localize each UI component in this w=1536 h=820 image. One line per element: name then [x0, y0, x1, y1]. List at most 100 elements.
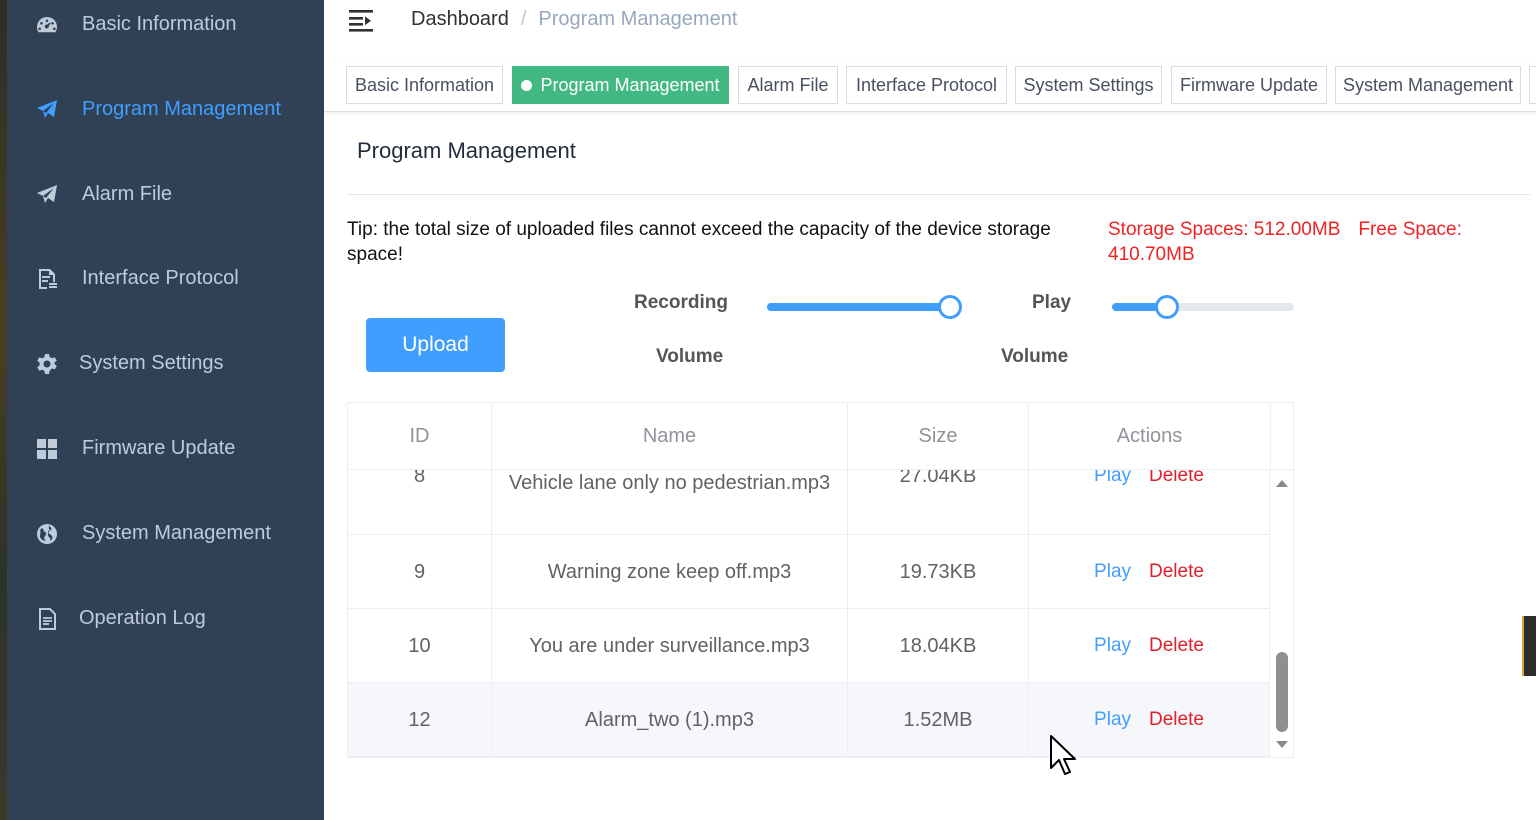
- table-row: 8 Vehicle lane only no pedestrian.mp3 27…: [348, 470, 1270, 535]
- delete-link[interactable]: Delete: [1149, 704, 1204, 736]
- cell-actions: Play Delete: [1029, 470, 1270, 534]
- tags-view-bar: Basic Information Program Management Ala…: [324, 58, 1536, 112]
- tab-basic-information[interactable]: Basic Information: [346, 66, 503, 104]
- dashboard-icon: [34, 12, 60, 38]
- tab-label: System Settings: [1023, 74, 1154, 95]
- tab-system-management[interactable]: System Management: [1335, 66, 1521, 104]
- play-link[interactable]: Play: [1094, 470, 1131, 492]
- sidebar-item-firmware-update[interactable]: Firmware Update: [7, 406, 324, 491]
- table-row: 9 Warning zone keep off.mp3 19.73KB Play…: [348, 535, 1270, 609]
- scroll-up-arrow-icon[interactable]: [1276, 480, 1288, 487]
- sidebar-item-label: Firmware Update: [82, 437, 236, 459]
- column-header-actions: Actions: [1029, 403, 1271, 470]
- active-dot-icon: [521, 79, 533, 91]
- sidebar-item-alarm-file[interactable]: Alarm File: [7, 152, 324, 237]
- log-icon: [34, 606, 60, 632]
- table-header: ID Name Size Actions: [348, 403, 1293, 470]
- column-header-id: ID: [348, 403, 492, 470]
- play-volume-slider[interactable]: [1112, 295, 1294, 319]
- tab-overflow[interactable]: [1529, 66, 1536, 104]
- send-icon: [34, 182, 60, 208]
- sidebar-item-program-management[interactable]: Program Management: [7, 67, 324, 152]
- gear-icon: [34, 351, 60, 377]
- cell-id: 10: [348, 609, 492, 682]
- cell-size: 1.52MB: [848, 683, 1029, 756]
- tab-label: Firmware Update: [1179, 74, 1319, 95]
- column-header-size: Size: [848, 403, 1029, 470]
- play-volume-label-line2: Volume: [1001, 346, 1069, 367]
- sidebar: Basic Information Program Management Ala…: [7, 0, 324, 820]
- sidebar-item-label: Basic Information: [82, 13, 237, 35]
- cell-name: You are under surveillance.mp3: [492, 609, 848, 682]
- breadcrumb-current: Program Management: [538, 8, 738, 30]
- sidebar-item-label: Alarm File: [82, 183, 173, 205]
- cell-id: 12: [348, 683, 492, 756]
- program-table: ID Name Size Actions 8 Vehicle lane only…: [347, 402, 1294, 758]
- slider-thumb[interactable]: [938, 295, 962, 319]
- storage-spaces: Storage Spaces: 512.00MB: [1108, 219, 1341, 240]
- slider-fill: [767, 303, 950, 311]
- table-body[interactable]: 8 Vehicle lane only no pedestrian.mp3 27…: [348, 470, 1270, 757]
- tab-system-settings[interactable]: System Settings: [1015, 66, 1162, 104]
- play-link[interactable]: Play: [1094, 630, 1131, 662]
- play-link[interactable]: Play: [1094, 704, 1131, 736]
- tab-label: Basic Information: [354, 74, 495, 95]
- storage-tip: Tip: the total size of uploaded files ca…: [347, 219, 1051, 265]
- sidebar-item-system-management[interactable]: System Management: [7, 491, 324, 576]
- recording-volume-label-line2: Volume: [656, 346, 724, 367]
- sidebar-item-basic-information[interactable]: Basic Information: [7, 0, 324, 67]
- cell-id: 8: [348, 470, 492, 534]
- breadcrumb-home[interactable]: Dashboard: [411, 8, 509, 30]
- cell-name: Warning zone keep off.mp3: [492, 535, 848, 608]
- cell-id: 9: [348, 535, 492, 608]
- document-icon: [34, 266, 60, 292]
- recording-volume-label-line1: Recording: [634, 292, 728, 313]
- globe-icon: [34, 521, 60, 547]
- slider-thumb[interactable]: [1155, 295, 1179, 319]
- play-volume-label-line1: Play: [1032, 292, 1072, 313]
- hamburger-menu-icon[interactable]: [347, 7, 375, 33]
- sidebar-item-operation-log[interactable]: Operation Log: [7, 576, 324, 661]
- sidebar-item-interface-protocol[interactable]: Interface Protocol: [7, 236, 324, 321]
- breadcrumb: Dashboard / Program Management: [411, 8, 737, 31]
- cell-size: 19.73KB: [848, 535, 1029, 608]
- tab-label: Alarm File: [747, 74, 829, 95]
- tab-label: Program Management: [540, 74, 720, 95]
- sidebar-item-label: Interface Protocol: [82, 267, 239, 289]
- tab-interface-protocol[interactable]: Interface Protocol: [846, 66, 1007, 104]
- upload-button[interactable]: Upload: [366, 318, 505, 372]
- cell-name: Vehicle lane only no pedestrian.mp3: [492, 470, 848, 534]
- storage-info: Storage Spaces: 512.00MB Free Space: 410.…: [1108, 217, 1508, 267]
- cell-size: 18.04KB: [848, 609, 1029, 682]
- table-row: 10 You are under surveillance.mp3 18.04K…: [348, 609, 1270, 683]
- tab-firmware-update[interactable]: Firmware Update: [1171, 66, 1327, 104]
- delete-link[interactable]: Delete: [1149, 630, 1204, 662]
- send-icon: [34, 97, 60, 123]
- sidebar-item-label: Program Management: [82, 98, 281, 120]
- window-edge: [0, 0, 7, 820]
- sidebar-item-label: Operation Log: [79, 607, 206, 629]
- tab-label: Interface Protocol: [855, 74, 998, 95]
- grid-icon: [34, 436, 60, 462]
- floating-widget[interactable]: [1522, 616, 1536, 676]
- column-header-name: Name: [492, 403, 848, 470]
- cell-actions: Play Delete: [1029, 609, 1270, 682]
- tab-program-management[interactable]: Program Management: [512, 66, 729, 104]
- tab-label: System Management: [1342, 74, 1514, 95]
- recording-volume-slider[interactable]: [767, 295, 962, 319]
- scroll-down-arrow-icon[interactable]: [1276, 741, 1288, 748]
- cell-size: 27.04KB: [848, 470, 1029, 534]
- delete-link[interactable]: Delete: [1149, 556, 1204, 588]
- table-row: 12 Alarm_two (1).mp3 1.52MB Play Delete: [348, 683, 1270, 757]
- delete-link[interactable]: Delete: [1149, 470, 1204, 492]
- play-link[interactable]: Play: [1094, 556, 1131, 588]
- sidebar-item-label: System Management: [82, 522, 271, 544]
- cell-name: Alarm_two (1).mp3: [492, 683, 848, 756]
- table-scrollbar[interactable]: [1270, 470, 1293, 757]
- tab-alarm-file[interactable]: Alarm File: [738, 66, 838, 104]
- sidebar-item-system-settings[interactable]: System Settings: [7, 321, 324, 406]
- mouse-cursor-icon: [1049, 734, 1077, 776]
- divider: [347, 194, 1530, 195]
- scrollbar-handle[interactable]: [1276, 652, 1288, 732]
- breadcrumb-separator: /: [520, 8, 527, 30]
